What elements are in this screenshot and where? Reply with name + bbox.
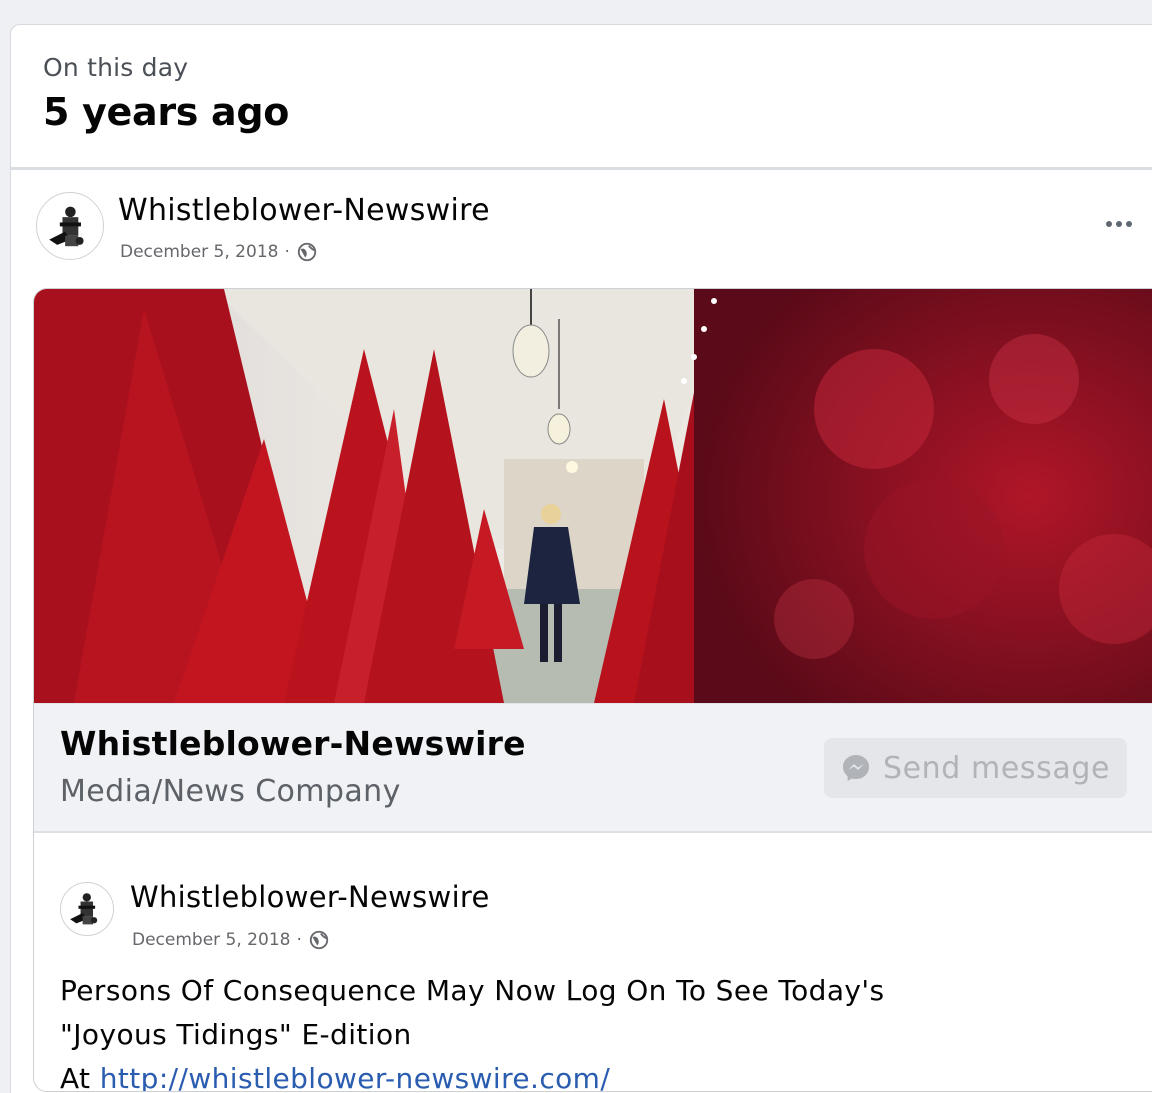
meta-separator: ·: [284, 242, 290, 262]
website-link[interactable]: http://whistleblower-newswire.com/: [100, 1062, 610, 1091]
shared-meta-separator: ·: [296, 930, 302, 950]
messenger-icon: [842, 755, 869, 781]
globe-icon: [297, 242, 317, 262]
more-icon-dot: [1116, 221, 1122, 227]
shared-post-meta: December 5, 2018 ·: [132, 929, 330, 951]
more-icon: [1106, 221, 1112, 227]
avatar-logo: [48, 206, 84, 246]
page-category: Media/News Company: [60, 774, 401, 809]
post-text-line: "Joyous Tidings" E-dition: [60, 1018, 412, 1051]
post-date[interactable]: December 5, 2018: [120, 242, 278, 262]
avatar-logo: [70, 893, 98, 925]
shared-author-avatar[interactable]: [60, 882, 114, 936]
memory-title: 5 years ago: [43, 90, 290, 134]
shared-page-card[interactable]: Whistleblower-Newswire Media/News Compan…: [33, 288, 1152, 1092]
shared-post-date[interactable]: December 5, 2018: [132, 930, 290, 950]
page-name[interactable]: Whistleblower-Newswire: [60, 724, 526, 763]
post-text-line-link: At http://whistleblower-newswire.com/: [60, 1057, 884, 1092]
post-body: Persons Of Consequence May Now Log On To…: [60, 969, 885, 1092]
globe-icon: [309, 930, 329, 950]
post-meta: December 5, 2018 ·: [120, 241, 318, 263]
post-text-line: Persons Of Consequence May Now Log On To…: [60, 974, 885, 1007]
memory-label: On this day: [43, 53, 189, 82]
shared-post-author[interactable]: Whistleblower-Newswire: [130, 880, 490, 914]
author-avatar[interactable]: [36, 192, 104, 260]
memory-card: On this day 5 years ago Whistleblower-Ne…: [10, 24, 1152, 1093]
page-info-bar: Whistleblower-Newswire Media/News Compan…: [34, 703, 1152, 833]
send-message-button[interactable]: Send message: [824, 738, 1127, 798]
post-author[interactable]: Whistleblower-Newswire: [118, 193, 490, 228]
divider: [11, 167, 1152, 170]
memory-header: On this day 5 years ago: [43, 53, 289, 134]
send-message-label: Send message: [882, 750, 1111, 786]
more-options-button[interactable]: [1099, 209, 1139, 239]
cover-photo[interactable]: [34, 289, 1152, 703]
link-prefix: At: [60, 1062, 100, 1092]
more-icon-dot: [1126, 221, 1132, 227]
